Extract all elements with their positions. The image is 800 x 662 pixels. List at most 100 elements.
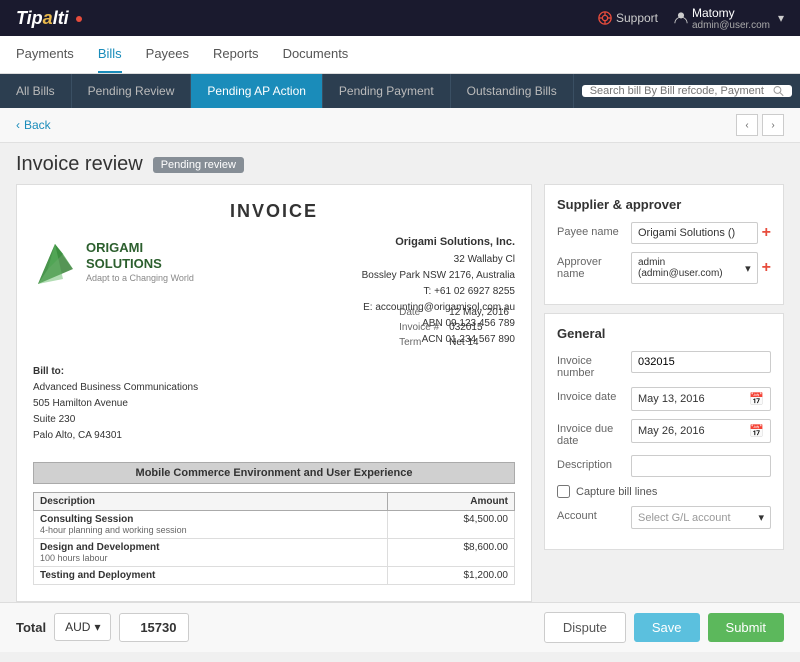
subnav-pending-review[interactable]: Pending Review [72, 74, 192, 108]
top-bar: Tipalti Support Matomy admin@user.com [0, 0, 800, 36]
invoice-number-label: Invoice number [557, 351, 625, 379]
subnav-all-bills[interactable]: All Bills [0, 74, 72, 108]
app-logo: Tipalti [16, 8, 82, 29]
payee-value-container: Origami Solutions () + [631, 222, 771, 244]
capture-bill-lines-row: Capture bill lines [557, 485, 771, 498]
invoice-table: Description Amount Consulting Session 4-… [33, 492, 515, 585]
table-row: Testing and Deployment $1,200.00 [34, 566, 515, 584]
account-dropdown[interactable]: Select G/L account ▾ [631, 506, 771, 529]
page-title: Invoice review [16, 153, 143, 176]
nav-reports[interactable]: Reports [213, 36, 259, 73]
line-amount-1: $4,500.00 [387, 510, 514, 538]
description-label: Description [557, 455, 625, 471]
status-badge: Pending review [153, 157, 244, 173]
col-amount: Amount [387, 492, 514, 510]
nav-documents[interactable]: Documents [283, 36, 349, 73]
next-arrow[interactable]: › [762, 114, 784, 136]
top-right-actions: Support Matomy admin@user.com ▾ [598, 6, 784, 31]
general-section: General Invoice number Invoice date May … [544, 313, 784, 550]
col-description: Description [34, 492, 388, 510]
bill-section: Bill to: Advanced Business Communication… [33, 364, 515, 454]
invoice-panel: INVOICE ORIGAMI SOLUTIONS Adapt to a C [16, 184, 532, 602]
total-amount: 15730 [119, 613, 189, 642]
support-button[interactable]: Support [598, 11, 658, 25]
prev-arrow[interactable]: ‹ [736, 114, 758, 136]
page-title-bar: Invoice review Pending review [0, 143, 800, 184]
nav-bar: Payments Bills Payees Reports Documents [0, 36, 800, 74]
line-item-2: Design and Development 100 hours labour [34, 538, 388, 566]
invoice-number-row: Invoice number [557, 351, 771, 379]
support-label: Support [616, 11, 658, 25]
invoice-number-input[interactable] [631, 351, 771, 373]
add-payee-button[interactable]: + [762, 224, 771, 242]
invoice-date-value: May 13, 2016 📅 [631, 387, 771, 411]
approver-value-container: admin (admin@user.com) ▾ + [631, 252, 771, 284]
logo-area: ORIGAMI SOLUTIONS Adapt to a Changing Wo… [33, 234, 194, 289]
account-row: Account Select G/L account ▾ [557, 506, 771, 529]
approver-row: Approver name admin (admin@user.com) ▾ + [557, 252, 771, 284]
line-amount-2: $8,600.00 [387, 538, 514, 566]
total-section: Total AUD ▾ 15730 [16, 613, 189, 642]
approver-label: Approver name [557, 252, 625, 280]
nav-payees[interactable]: Payees [146, 36, 189, 73]
line-item-3: Testing and Deployment [34, 566, 388, 584]
account-label: Account [557, 506, 625, 522]
invoice-number-value [631, 351, 771, 373]
nav-payments[interactable]: Payments [16, 36, 74, 73]
invoice-date-picker[interactable]: May 13, 2016 📅 [631, 387, 771, 411]
capture-bill-lines-label: Capture bill lines [576, 486, 657, 498]
invoice-due-value: May 26, 2016 📅 [631, 419, 771, 443]
back-button[interactable]: ‹ Back [16, 118, 51, 132]
search-input[interactable] [590, 85, 767, 97]
main-content: INVOICE ORIGAMI SOLUTIONS Adapt to a C [0, 184, 800, 602]
submit-button[interactable]: Submit [708, 613, 784, 642]
user-email: admin@user.com [692, 20, 770, 31]
sub-nav: All Bills Pending Review Pending AP Acti… [0, 74, 800, 108]
bottom-bar: Total AUD ▾ 15730 Dispute Save Submit [0, 602, 800, 652]
description-input[interactable] [631, 455, 771, 477]
calendar-icon: 📅 [749, 392, 764, 406]
save-button[interactable]: Save [634, 613, 700, 642]
invoice-title: INVOICE [33, 201, 515, 222]
invoice-date-row: Invoice date May 13, 2016 📅 [557, 387, 771, 411]
payee-input[interactable]: Origami Solutions () [631, 222, 758, 244]
invoice-due-row: Invoice due date May 26, 2016 📅 [557, 419, 771, 447]
breadcrumb-bar: ‹ Back ‹ › [0, 108, 800, 143]
search-bar[interactable] [582, 85, 792, 97]
payee-label: Payee name [557, 222, 625, 238]
invoice-due-picker[interactable]: May 26, 2016 📅 [631, 419, 771, 443]
description-value [631, 455, 771, 477]
total-label: Total [16, 620, 46, 635]
currency-value: AUD [65, 620, 90, 634]
table-row: Design and Development 100 hours labour … [34, 538, 515, 566]
subnav-pending-payment[interactable]: Pending Payment [323, 74, 451, 108]
supplier-section-title: Supplier & approver [557, 197, 771, 212]
currency-dropdown[interactable]: AUD ▾ [54, 613, 111, 641]
description-row: Description [557, 455, 771, 477]
general-section-title: General [557, 326, 771, 341]
bill-to: Bill to: Advanced Business Communication… [33, 364, 198, 444]
payee-row: Payee name Origami Solutions () + [557, 222, 771, 244]
user-name: Matomy [692, 6, 770, 20]
user-menu[interactable]: Matomy admin@user.com ▾ [674, 6, 784, 31]
invoice-due-label: Invoice due date [557, 419, 625, 447]
subnav-pending-ap-action[interactable]: Pending AP Action [191, 74, 323, 108]
logo-text: ORIGAMI SOLUTIONS Adapt to a Changing Wo… [86, 240, 194, 283]
add-approver-button[interactable]: + [762, 259, 771, 277]
account-value: Select G/L account ▾ [631, 506, 771, 529]
supplier-approver-section: Supplier & approver Payee name Origami S… [544, 184, 784, 305]
subnav-outstanding-bills[interactable]: Outstanding Bills [451, 74, 574, 108]
table-row: Consulting Session 4-hour planning and w… [34, 510, 515, 538]
dispute-button[interactable]: Dispute [544, 612, 626, 643]
line-amount-3: $1,200.00 [387, 566, 514, 584]
bill-meta: Date12 May, 2016 Invoice #032015 TermNet… [393, 304, 515, 351]
project-title: Mobile Commerce Environment and User Exp… [33, 462, 515, 484]
origami-logo [33, 234, 78, 289]
right-panel: Supplier & approver Payee name Origami S… [544, 184, 784, 602]
nav-arrows: ‹ › [736, 114, 784, 136]
invoice-date-label: Invoice date [557, 387, 625, 403]
approver-dropdown[interactable]: admin (admin@user.com) ▾ [631, 252, 758, 284]
capture-bill-lines-checkbox[interactable] [557, 485, 570, 498]
nav-bills[interactable]: Bills [98, 36, 122, 73]
line-item-1: Consulting Session 4-hour planning and w… [34, 510, 388, 538]
